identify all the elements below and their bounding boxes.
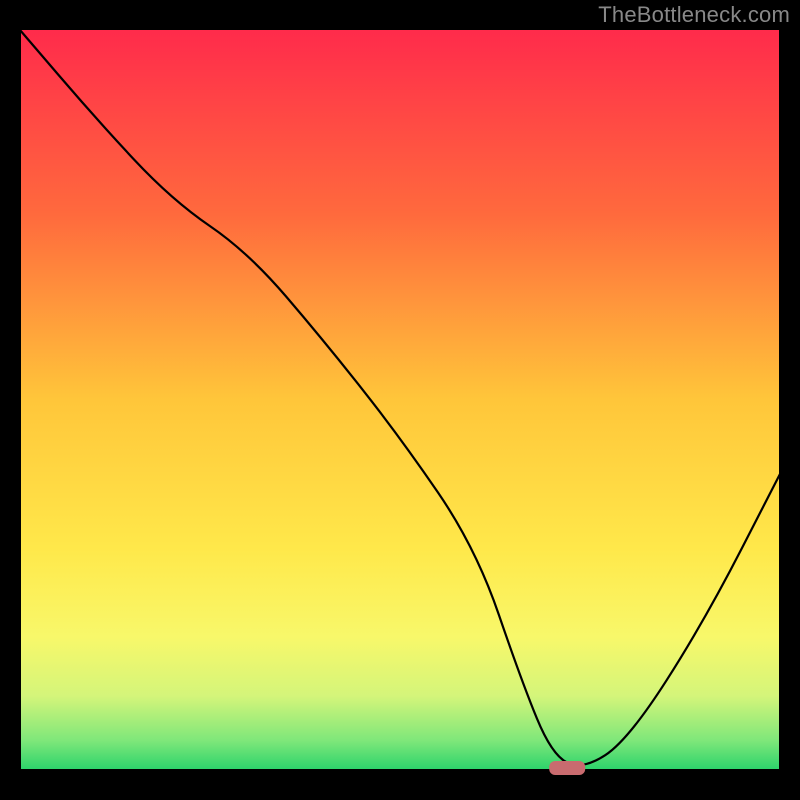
gradient-rect xyxy=(20,30,780,770)
plot-area xyxy=(20,30,780,780)
chart-frame: TheBottleneck.com xyxy=(0,0,800,800)
optimal-marker xyxy=(549,761,585,775)
chart-svg xyxy=(20,30,780,780)
watermark-text: TheBottleneck.com xyxy=(598,2,790,28)
